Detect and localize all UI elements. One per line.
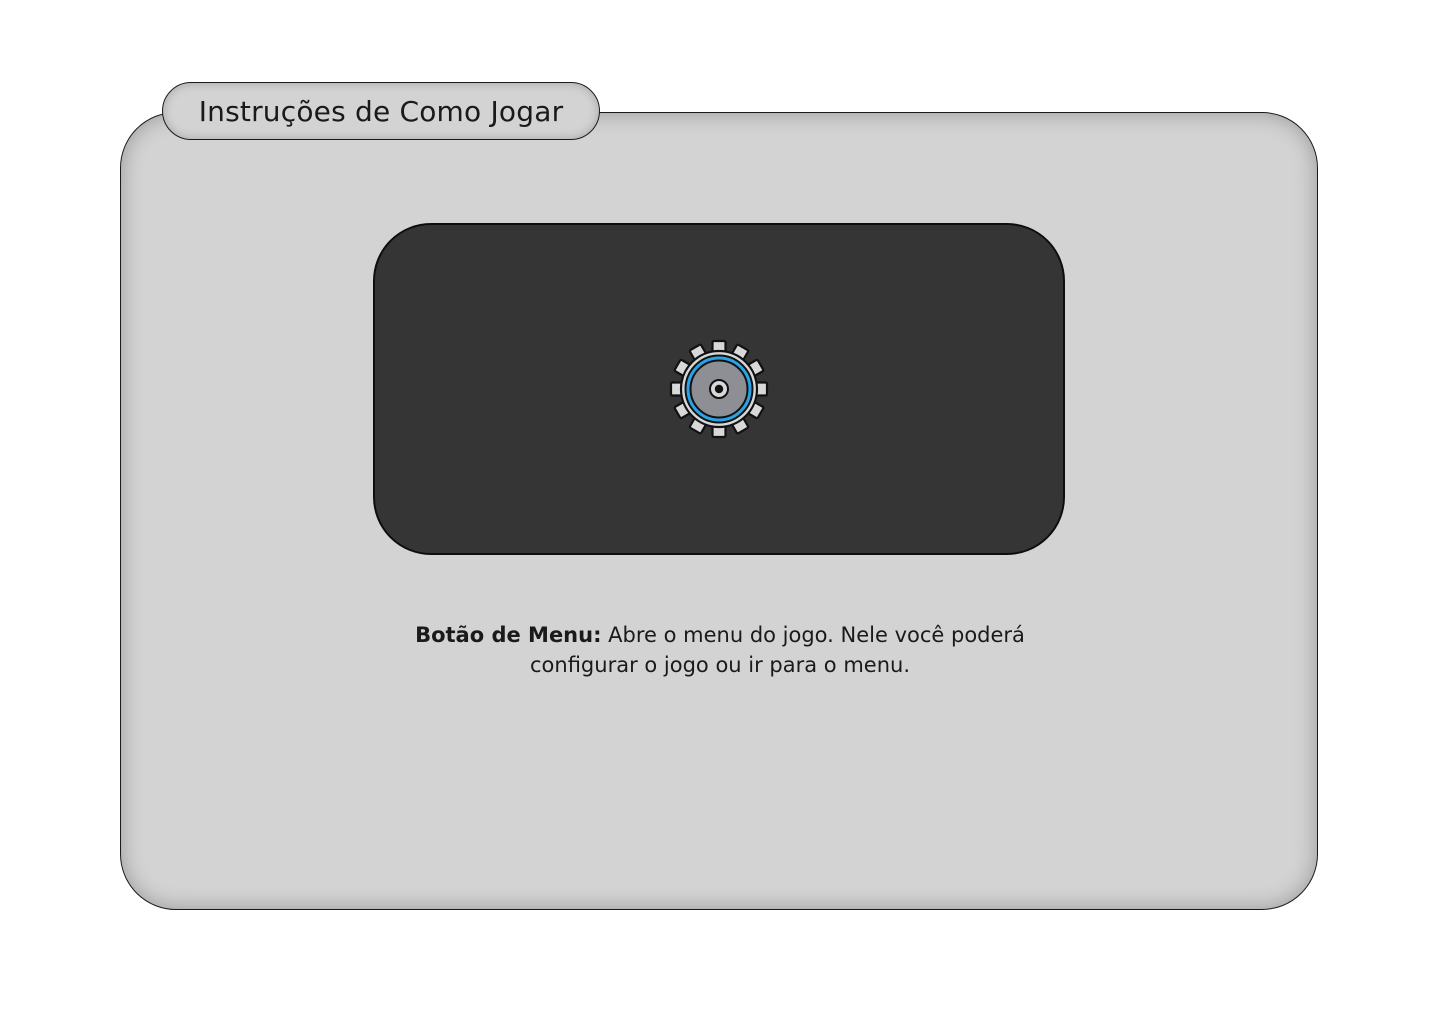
menu-button-preview — [373, 223, 1065, 555]
menu-button[interactable] — [667, 337, 771, 441]
page-title: Instruções de Como Jogar — [198, 94, 564, 128]
instruction-body: Abre o menu do jogo. Nele você poderá co… — [530, 623, 1025, 677]
instructions-screen: Instruções de Como Jogar Botão de Menu: … — [0, 0, 1440, 1024]
title-tab: Instruções de Como Jogar — [162, 82, 600, 140]
gear-icon — [669, 339, 769, 439]
instruction-text: Botão de Menu: Abre o menu do jogo. Nele… — [370, 620, 1070, 680]
instruction-label: Botão de Menu: — [415, 623, 602, 647]
